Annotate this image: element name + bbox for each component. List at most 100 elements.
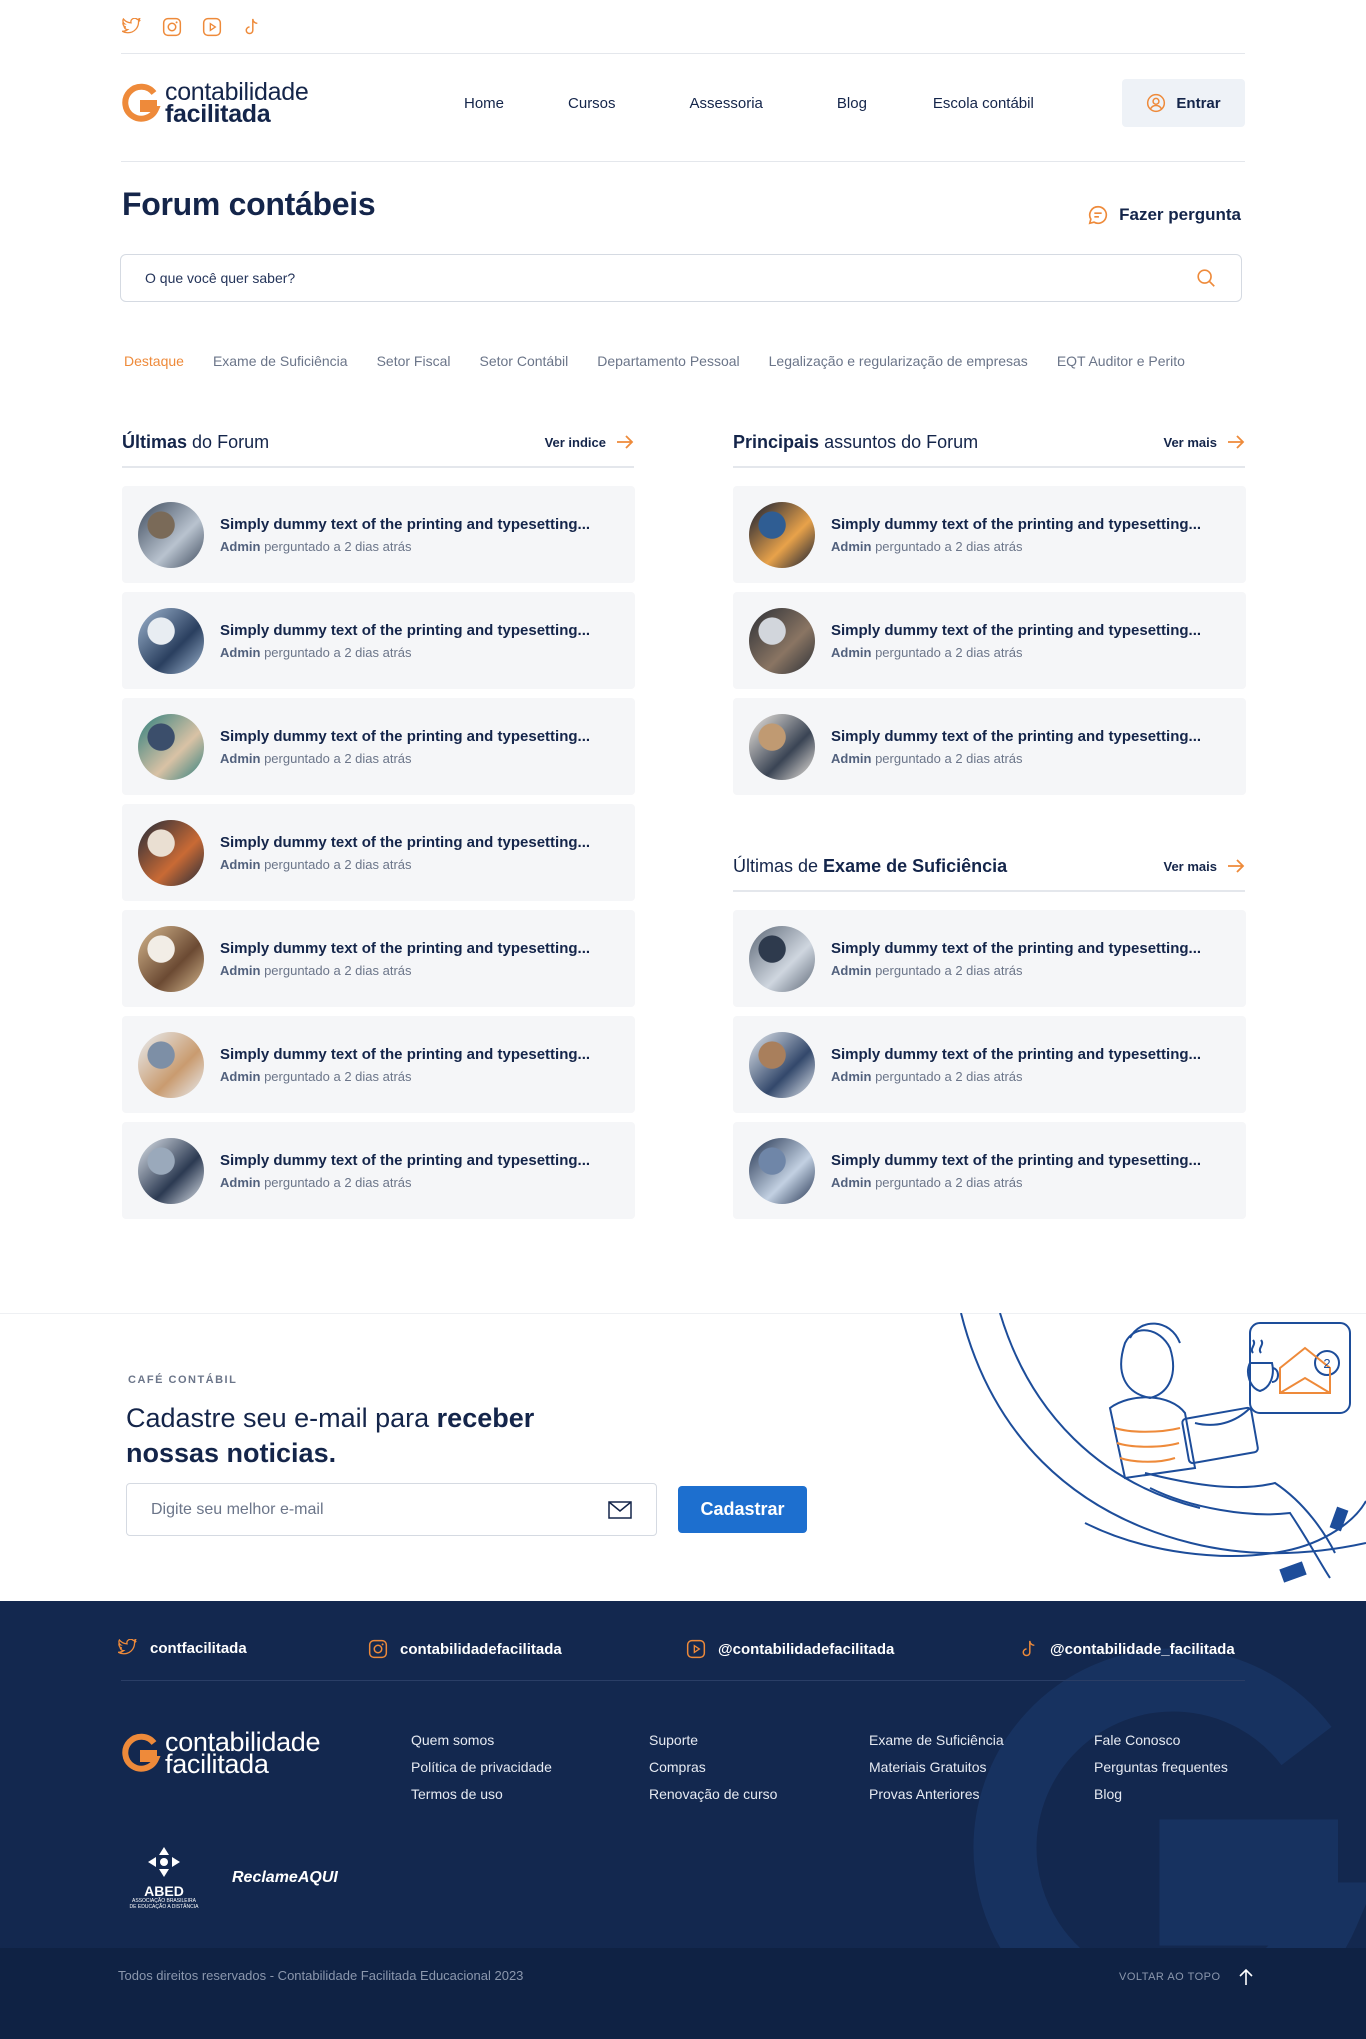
email-input[interactable] (151, 1500, 571, 1519)
arrow-right-icon (1228, 859, 1245, 873)
footer-link[interactable]: Termos de uso (411, 1785, 552, 1804)
question-thumbnail (138, 1137, 204, 1204)
page: { "colors":{"primary":"#14254a","accent"… (0, 0, 1366, 2039)
question-title: Simply dummy text of the printing and ty… (831, 621, 1202, 639)
see-more-link[interactable]: Ver mais (1164, 435, 1246, 450)
footer-social-youtube[interactable]: @contabilidadefacilitada (686, 1639, 894, 1659)
nav-cursos[interactable]: Cursos (568, 95, 616, 112)
tab-destaque[interactable]: Destaque (124, 353, 184, 369)
search-input[interactable] (145, 270, 1045, 286)
nav-assessoria[interactable]: Assessoria (690, 95, 763, 112)
question-card[interactable]: Simply dummy text of the printing and ty… (122, 804, 635, 901)
footer-link[interactable]: Blog (1094, 1785, 1228, 1804)
newsletter-title: Cadastre seu e-mail para receber nossas n… (126, 1403, 535, 1468)
instagram-icon[interactable] (161, 16, 183, 38)
footer-logo[interactable]: contabilidade facilitada (121, 1729, 321, 1778)
login-button[interactable]: Entrar (1122, 79, 1245, 127)
footer-link[interactable]: Compras (649, 1758, 777, 1777)
youtube-icon[interactable] (201, 16, 223, 38)
page-title: Forum contábeis (122, 186, 376, 222)
tab-departamento-pessoal[interactable]: Departamento Pessoal (597, 353, 739, 369)
instagram-icon (368, 1639, 388, 1659)
footer-link[interactable]: Exame de Suficiência (869, 1731, 1004, 1750)
footer-bottom-bar (0, 1948, 1366, 2039)
site-logo[interactable]: contabilidade facilitada (121, 80, 309, 127)
question-meta: Admin perguntado a 2 dias atrás (220, 644, 412, 660)
abed-emblem-icon (148, 1847, 180, 1877)
question-title: Simply dummy text of the printing and ty… (220, 727, 591, 745)
divider (733, 466, 1245, 468)
footer-links-suporte: Suporte Compras Renovação de curso (649, 1731, 777, 1804)
footer-link[interactable]: Perguntas frequentes (1094, 1758, 1228, 1777)
question-card[interactable]: Simply dummy text of the printing and ty… (122, 1122, 635, 1219)
footer-social-twitter[interactable]: contfacilitada (118, 1639, 247, 1657)
ask-question-button[interactable]: Fazer pergunta (1087, 204, 1241, 226)
question-title: Simply dummy text of the printing and ty… (831, 1151, 1202, 1169)
tiktok-icon[interactable] (241, 16, 263, 38)
divider (121, 53, 1245, 54)
question-title: Simply dummy text of the printing and ty… (831, 727, 1202, 745)
question-card[interactable]: Simply dummy text of the printing and ty… (122, 486, 635, 583)
footer-link[interactable]: Renovação de curso (649, 1785, 777, 1804)
question-card[interactable]: Simply dummy text of the printing and ty… (733, 1016, 1246, 1113)
question-card[interactable]: Simply dummy text of the printing and ty… (122, 1016, 635, 1113)
tab-legalizacao[interactable]: Legalização e regularização de empresas (769, 353, 1028, 369)
chat-icon (1088, 205, 1108, 225)
question-title: Simply dummy text of the printing and ty… (831, 515, 1202, 533)
tab-setor-fiscal[interactable]: Setor Fiscal (377, 353, 451, 369)
question-card[interactable]: Simply dummy text of the printing and ty… (733, 486, 1246, 583)
question-thumbnail (749, 607, 815, 674)
footer-social-instagram[interactable]: contabilidadefacilitada (368, 1639, 562, 1659)
subscribe-button[interactable]: Cadastrar (678, 1486, 807, 1533)
question-thumbnail (138, 501, 204, 568)
question-meta: Admin perguntado a 2 dias atrás (831, 644, 1023, 660)
divider (121, 1680, 1245, 1681)
tab-eqt-auditor[interactable]: EQT Auditor e Perito (1057, 353, 1185, 369)
question-card[interactable]: Simply dummy text of the printing and ty… (733, 1122, 1246, 1219)
footer-links-materiais: Exame de Suficiência Materiais Gratuitos… (869, 1731, 1004, 1804)
question-card[interactable]: Simply dummy text of the printing and ty… (733, 698, 1246, 795)
question-card[interactable]: Simply dummy text of the printing and ty… (122, 592, 635, 689)
question-thumbnail (138, 607, 204, 674)
footer-link[interactable]: Política de privacidade (411, 1758, 552, 1777)
twitter-icon[interactable] (121, 16, 143, 38)
footer-link[interactable]: Provas Anteriores (869, 1785, 1004, 1804)
footer-links-institucional: Quem somos Política de privacidade Termo… (411, 1731, 552, 1804)
question-title: Simply dummy text of the printing and ty… (831, 939, 1202, 957)
see-index-link[interactable]: Ver indice (545, 435, 634, 450)
nav-home[interactable]: Home (464, 95, 504, 112)
question-card[interactable]: Simply dummy text of the printing and ty… (122, 698, 635, 795)
footer-link[interactable]: Suporte (649, 1731, 777, 1750)
see-more-link[interactable]: Ver mais (1164, 859, 1246, 874)
tab-setor-contabil[interactable]: Setor Contábil (480, 353, 569, 369)
mail-icon (608, 1500, 632, 1519)
arrow-right-icon (1228, 435, 1245, 449)
search-box (120, 254, 1242, 302)
question-card[interactable]: Simply dummy text of the printing and ty… (733, 910, 1246, 1007)
section-title: Últimas do Forum (122, 431, 270, 452)
arrow-right-icon (617, 435, 634, 449)
footer-link[interactable]: Fale Conosco (1094, 1731, 1228, 1750)
search-icon[interactable] (1195, 267, 1217, 289)
footer-link[interactable]: Materiais Gratuitos (869, 1758, 1004, 1777)
question-meta: Admin perguntado a 2 dias atrás (220, 856, 412, 872)
reclame-aqui-logo: ReclameAQUI (232, 1869, 338, 1886)
question-thumbnail (138, 713, 204, 780)
question-meta: Admin perguntado a 2 dias atrás (220, 1068, 412, 1084)
question-card[interactable]: Simply dummy text of the printing and ty… (733, 592, 1246, 689)
nav-escola-contabil[interactable]: Escola contábil (933, 95, 1034, 112)
tiktok-icon (1022, 1640, 1035, 1657)
question-card[interactable]: Simply dummy text of the printing and ty… (122, 910, 635, 1007)
arrow-up-icon (1238, 1968, 1253, 1985)
divider (121, 161, 1245, 162)
youtube-icon (686, 1639, 706, 1659)
newsletter-field (126, 1483, 657, 1536)
main-topics-header: Principais assuntos do Forum Ver mais (733, 427, 1245, 457)
question-thumbnail (749, 1137, 815, 1204)
nav-blog[interactable]: Blog (837, 95, 867, 112)
tab-exame-suficiencia[interactable]: Exame de Suficiência (213, 353, 348, 369)
back-to-top-button[interactable]: VOLTAR AO TOPO (1119, 1968, 1253, 1986)
footer-social-tiktok[interactable]: @contabilidade_facilitada (1020, 1639, 1235, 1659)
newsletter-kicker: CAFÉ CONTÁBIL (128, 1374, 238, 1386)
footer-link[interactable]: Quem somos (411, 1731, 552, 1750)
